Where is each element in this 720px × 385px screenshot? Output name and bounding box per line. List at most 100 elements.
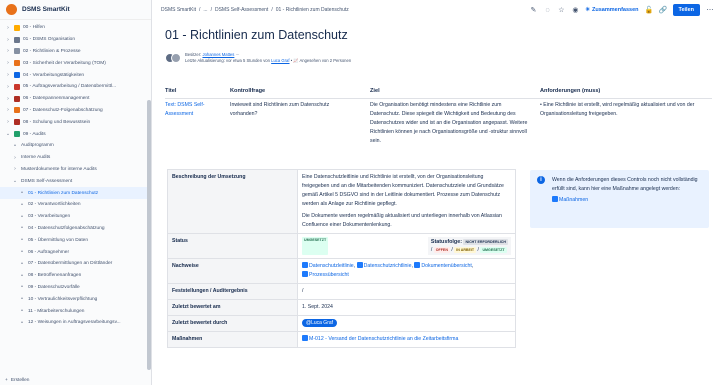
evidence-link[interactable]: Datenschutzleitlinie [302,262,354,269]
sidebar-item[interactable]: › 03 - Sicherheit der Verarbeitung (TOM) [0,57,151,69]
updated-by-link[interactable]: Luca Graf [271,58,289,63]
sidebar-item-label: 06 - Datenpannenmanagement [23,96,90,102]
sidebar-item[interactable]: • 08 - Betroffenenanfragen [0,270,151,282]
bullet-icon: • [21,213,23,220]
title-link[interactable]: Text: DSMS Self-Assessment [165,102,205,117]
sidebar-item[interactable]: • 12 - Weisungen in Auftragsverarbeitungs… [0,317,151,329]
avatar-group[interactable] [165,53,181,63]
toolbar: ✎ ◌ ☆ ◉ ✳ Zusammenfassen 🔓 🔗 Teilen ⋯ [529,4,714,16]
sidebar-item[interactable]: ⌄ DSMS Self-Assessment [0,175,151,187]
sidebar-item-label: 03 - Sicherheit der Verarbeitung (TOM) [23,60,106,66]
bullet-icon: • [21,284,23,291]
sidebar-item[interactable]: › 04 - Verarbeitungstätigkeiten [0,69,151,81]
sidebar-item[interactable]: › 00 - Hilfen [0,22,151,34]
table-row: Status UMGESETZT Statusfolge: NICHT ERFO… [167,233,516,259]
row-label: Feststellungen / Auditergebnis [167,283,298,300]
sidebar-item[interactable]: › 06 - Datenpannenmanagement [0,93,151,105]
sidebar-item[interactable]: • 07 - Datenübermittlungen an Drittländer [0,258,151,270]
chevron-right-icon[interactable]: › [12,155,18,161]
link-icon[interactable]: 🔗 [659,6,668,14]
sidebar-item[interactable]: • 05 - Übermittlung von Daten [0,234,151,246]
sidebar-item-label: 05 - Auftragsverarbeitung / Datenübermit… [23,84,117,90]
restrictions-icon[interactable]: 🔓 [645,6,654,14]
sidebar-item[interactable]: › 01 - DSMS Organisation [0,34,151,46]
sidebar-item[interactable]: • 09 - Datenschutzvorfälle [0,282,151,294]
chevron-right-icon[interactable]: › [12,166,18,172]
evidence-link[interactable]: Prozessübersicht [302,271,349,278]
chevron-right-icon[interactable]: › [5,72,11,78]
page-emoji-icon [14,72,20,79]
create-button[interactable]: + Erstellen [0,375,151,385]
sidebar-item[interactable]: ⌄ 09 - Audits [0,128,151,140]
page-emoji-icon [14,60,20,67]
sidebar-item[interactable]: • 06 - Auftragnehmer [0,246,151,258]
control-goal: Die Organisation benötigt mindestens ein… [370,102,528,145]
page-title: 01 - Richtlinien zum Datenschutz [165,28,348,42]
chevron-right-icon[interactable]: › [5,48,11,54]
sidebar-item[interactable]: › 02 - Richtlinien & Prozesse [0,46,151,58]
chevron-right-icon[interactable]: › [5,107,11,113]
user-mention[interactable]: @Luca Graf [302,319,338,327]
breadcrumb-item[interactable]: 01 - Richtlinien zum Datenschutz [276,7,349,13]
owner-link[interactable]: Johannes Mattes [202,52,234,57]
chevron-right-icon[interactable]: › [5,37,11,43]
sidebar-item[interactable]: • Auditprogramm [0,140,151,152]
watch-icon[interactable]: ◉ [571,6,579,14]
more-icon[interactable]: ⋯ [706,6,714,14]
space-logo-icon [6,4,17,15]
evidence-link[interactable]: Datenschutzrichtlinie [356,262,411,269]
sidebar-item[interactable]: › 05 - Auftragsverarbeitung / Datenübermi… [0,81,151,93]
space-header[interactable]: DSMS SmartKit [0,0,151,20]
breadcrumb-ellipsis[interactable]: ... [203,7,207,13]
sidebar-scrollbar[interactable] [147,100,151,370]
status-badge: IN ARBEIT [454,247,477,253]
sidebar-item[interactable]: › Interne Audits [0,152,151,164]
owner-prefix: Besitzer: [185,52,202,57]
sidebar-item[interactable]: › 08 - Schulung und Bewusstsein [0,116,151,128]
info-text: Wenn die Anforderungen dieses Controls n… [552,177,698,192]
bullet-icon: • [21,237,23,244]
breadcrumb-item[interactable]: DSMS SmartKit [161,7,196,13]
page-emoji-icon [14,107,20,114]
avatar[interactable] [171,53,181,63]
bullet-icon: • [14,142,16,149]
sidebar-item[interactable]: • 03 - Verarbeitungen [0,211,151,223]
sidebar-item[interactable]: › Musterdokumente für interne Audits [0,164,151,176]
document-icon [356,262,363,268]
sidebar-item-label: 06 - Auftragnehmer [28,249,70,255]
share-button[interactable]: Teilen [672,4,700,16]
chevron-right-icon[interactable]: › [5,25,11,31]
summarize-button[interactable]: ✳ Zusammenfassen [585,7,638,13]
measure-link[interactable]: M-012 - Versand der Datenschutzrichtlini… [302,335,458,342]
star-icon[interactable]: ☆ [557,6,565,14]
chevron-down-icon[interactable]: ⌄ [5,131,11,137]
control-table: Titel Kontrollfrage Ziel Anforderungen (… [165,88,712,146]
sidebar-item-label: Musterdokumente für interne Audits [21,166,97,172]
breadcrumb-item[interactable]: DSMS Self-Assessment [215,7,268,13]
measures-cell: M-012 - Versand der Datenschutzrichtlini… [297,331,516,348]
sidebar-item[interactable]: › 07 - Datenschutz-Folgenabschätzung [0,105,151,117]
row-label: Status [167,233,298,259]
chevron-right-icon[interactable]: › [5,96,11,102]
edit-icon[interactable]: ✎ [529,6,537,14]
views-text: • 📈 Angesehen von 2 Personen [290,58,352,63]
chevron-right-icon[interactable]: › [5,119,11,125]
sidebar-item[interactable]: • 01 - Richtlinien zum Datenschutz [0,187,151,199]
description-cell: Eine Datenschutzleitlinie und Richtlinie… [297,169,516,234]
chevron-down-icon[interactable]: ⌄ [12,178,18,184]
bullet-icon: • [21,308,23,315]
sidebar-item-label: 08 - Schulung und Bewusstsein [23,119,91,125]
table-row: Maßnahmen M-012 - Versand der Datenschut… [167,331,516,348]
sidebar-item[interactable]: • 04 - Datenschutzfolgenabschätzung [0,223,151,235]
sidebar-item[interactable]: • 02 - Verantwortlichkeiten [0,199,151,211]
chevron-right-icon[interactable]: › [5,84,11,90]
bullet-icon: • [21,190,23,197]
sidebar-item[interactable]: • 10 - Vertraulichkeitsverpflichtung [0,293,151,305]
sidebar-item[interactable]: • 11 - Mitarbeiterschulungen [0,305,151,317]
evidence-link[interactable]: Dokumentenübersicht [414,262,472,269]
measures-link[interactable]: Maßnahmen [552,196,588,203]
chevron-right-icon[interactable]: › [5,60,11,66]
comment-icon[interactable]: ◌ [543,7,551,14]
sidebar-item-label: 02 - Richtlinien & Prozesse [23,48,81,54]
table-header: Ziel [370,88,540,99]
